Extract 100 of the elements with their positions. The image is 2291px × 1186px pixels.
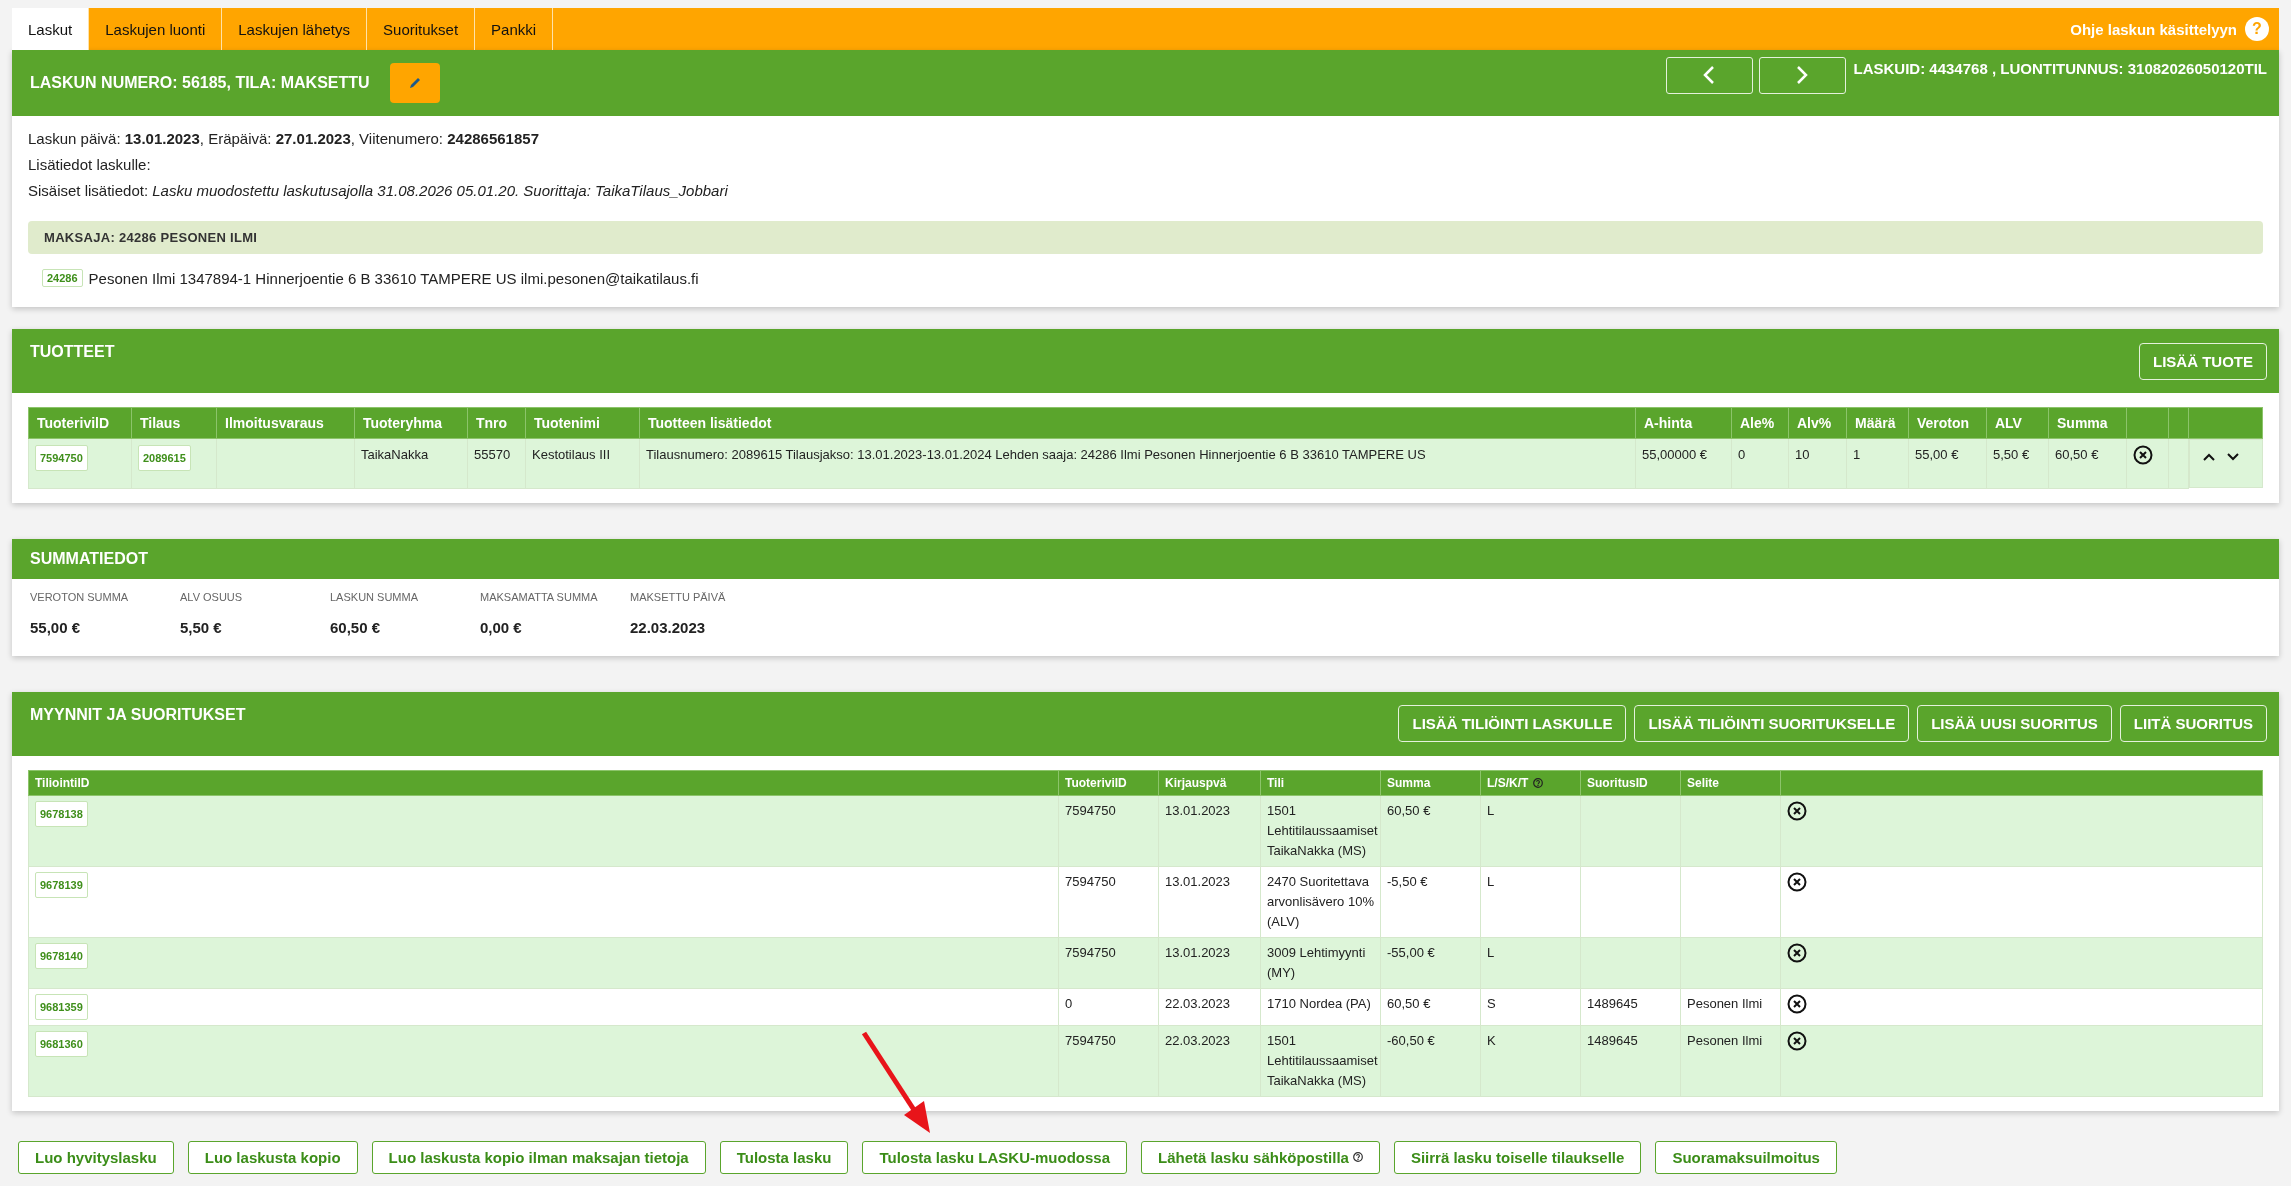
order-link[interactable]: 2089615	[138, 445, 191, 471]
table-cell: 13.01.2023	[1165, 802, 1231, 818]
invoice-title: LASKUN NUMERO: 56185, TILA: MAKSETTU	[30, 74, 370, 92]
column-header: Määrä	[1846, 407, 1909, 439]
table-cell: 0	[1065, 995, 1073, 1011]
column-header: TuoterivilD	[1065, 775, 1127, 790]
table-cell: Tilausnumero: 2089615 Tilausjakso: 13.01.2023-13.01.2024 Lehden saaja: 24286 Ilmi Pesonen Hinnerjoentie 6 B 33610 TAMPERE US	[646, 447, 1426, 462]
table-cell: 7594750	[1065, 1032, 1116, 1048]
table-cell: 1710 Nordea (PA)	[1267, 995, 1371, 1011]
column-header: TiliointiID	[35, 775, 90, 790]
table-cell: 5,50 €	[1993, 447, 2030, 462]
column-header: Tili	[1267, 775, 1285, 790]
summary-label: MAKSETTU PÄIVÄ	[630, 590, 727, 603]
entry-id-link[interactable]: 9678139	[35, 871, 88, 898]
action-button[interactable]: LISÄÄ UUSI SUORITUS	[1917, 705, 2112, 742]
delete-icon[interactable]	[1787, 993, 1807, 1014]
entry-id-link[interactable]: 9681359	[35, 993, 88, 1020]
info-icon[interactable]	[1352, 1152, 1363, 1162]
table-cell: 1501 Lehtitilaussaamiset TaikaNakka (MS)	[1267, 1032, 1378, 1088]
table-cell: 55570	[474, 447, 511, 462]
action-button[interactable]: LISÄÄ TILIÖINTI LASKULLE	[1398, 705, 1627, 742]
column-header: Tuotenimi	[525, 407, 640, 439]
table-cell: 3009 Lehtimyynti (MY)	[1267, 944, 1366, 980]
action-button[interactable]: Luo hyvityslasku	[18, 1140, 174, 1174]
table-cell: Pesonen Ilmi	[1687, 995, 1763, 1011]
summary-value: 55,00 €	[30, 618, 82, 636]
move-up-icon[interactable]	[2202, 452, 2216, 462]
summary-label: MAKSAMATTA SUMMA	[480, 590, 599, 603]
column-header: Summa	[1387, 775, 1431, 790]
table-cell: 7594750	[1065, 802, 1116, 818]
table-cell: 60,50 €	[2055, 447, 2099, 462]
info-line: Laskun päivä: 13.01.2023, Eräpäivä: 27.01.2023, Viitenumero: 24286561857	[28, 129, 540, 149]
column-header: Tilaus	[131, 407, 217, 439]
nav-tab[interactable]: Laskut	[12, 8, 90, 50]
table-cell: 1501 Lehtitilaussaamiset TaikaNakka (MS)	[1267, 802, 1378, 858]
table-cell: TaikaNakka	[361, 447, 429, 462]
column-header: Selite	[1687, 775, 1719, 790]
table-cell: 60,50 €	[1387, 995, 1431, 1011]
table-cell: -60,50 €	[1387, 1032, 1435, 1048]
action-button[interactable]: LISÄÄ TILIÖINTI SUORITUKSELLE	[1634, 705, 1910, 742]
column-header: Ilmoitusvaraus	[216, 407, 355, 439]
delete-icon[interactable]	[1787, 800, 1807, 821]
table-cell: -5,50 €	[1387, 873, 1428, 889]
section-title: MYYNNIT JA SUORITUKSET	[30, 705, 246, 724]
column-header: Tnro	[467, 407, 526, 439]
action-button[interactable]: LIITÄ SUORITUS	[2119, 705, 2267, 742]
action-button[interactable]: Luo laskusta kopio	[187, 1140, 358, 1174]
pencil-icon	[407, 76, 422, 90]
table-cell: 2470 Suoritettava arvonlisävero 10% (ALV)	[1267, 873, 1374, 929]
payer-heading: MAKSAJA: 24286 PESONEN ILMI	[28, 221, 2263, 254]
table-cell: 55,00000 €	[1642, 447, 1708, 462]
table-cell: 10	[1795, 447, 1810, 462]
chevron-left-icon	[1702, 65, 1716, 85]
column-header: ALV	[1986, 407, 2049, 439]
delete-icon[interactable]	[1787, 1030, 1807, 1051]
column-header: SuoritusID	[1587, 775, 1648, 790]
next-button[interactable]	[1758, 56, 1846, 94]
table-cell: 1489645	[1587, 995, 1638, 1011]
table-cell: 7594750	[1065, 873, 1116, 889]
delete-icon[interactable]	[1787, 871, 1807, 892]
chevron-right-icon	[1795, 65, 1809, 85]
summary-value: 5,50 €	[180, 618, 223, 636]
action-button[interactable]: Tulosta lasku	[719, 1140, 849, 1174]
table-cell: L	[1487, 873, 1495, 889]
entry-id-link[interactable]: 9681360	[35, 1030, 88, 1057]
table-cell: L	[1487, 944, 1495, 960]
summary-value: 0,00 €	[480, 618, 523, 636]
add-product-button[interactable]: LISÄÄ TUOTE	[2139, 342, 2267, 380]
delete-icon[interactable]	[2133, 445, 2153, 465]
info-line: Lisätiedot laskulle:	[28, 155, 152, 175]
column-header: Kirjauspvä	[1165, 775, 1227, 790]
entry-id-link[interactable]: 9678140	[35, 942, 88, 969]
column-header: Ale%	[1731, 407, 1789, 439]
table-cell: 13.01.2023	[1165, 873, 1231, 889]
info-line: Sisäiset lisätiedot: Lasku muodostettu laskutusajolla 31.08.2026 05.01.20. Suorittaja: TaikaTilaus_Jobbari	[28, 181, 729, 201]
entry-id-link[interactable]: 9678138	[35, 800, 88, 827]
table-cell: 1	[1853, 447, 1861, 462]
action-button[interactable]: Lähetä lasku sähköpostilla	[1141, 1140, 1380, 1174]
table-cell: 22.03.2023	[1165, 995, 1231, 1011]
summary-label: ALV OSUUS	[180, 590, 244, 603]
action-button[interactable]: Siirrä lasku toiselle tilaukselle	[1393, 1140, 1642, 1174]
column-header: A-hinta	[1635, 407, 1732, 439]
summary-label: VEROTON SUMMA	[30, 590, 130, 603]
delete-icon[interactable]	[1787, 942, 1807, 963]
previous-button[interactable]	[1665, 56, 1753, 94]
column-header: Alv%	[1788, 407, 1847, 439]
action-button[interactable]: Luo laskusta kopio ilman maksajan tietoja	[371, 1140, 706, 1174]
row-id-link[interactable]: 7594750	[35, 445, 88, 471]
table-cell: Kestotilaus III	[532, 447, 611, 462]
table-cell: S	[1487, 995, 1496, 1011]
move-down-icon[interactable]	[2226, 452, 2240, 462]
customer-id-link[interactable]: 24286	[42, 269, 83, 287]
action-button[interactable]: Suoramaksuilmoitus	[1655, 1140, 1837, 1174]
action-button[interactable]: Tulosta lasku LASKU-muodossa	[862, 1140, 1127, 1174]
info-icon[interactable]	[1533, 778, 1544, 789]
table-cell: 22.03.2023	[1165, 1032, 1231, 1048]
section-title: TUOTTEET	[30, 343, 115, 361]
summary-label: LASKUN SUMMA	[330, 590, 420, 603]
table-cell: 7594750	[1065, 944, 1116, 960]
column-header: TuoterivilD	[28, 407, 132, 439]
